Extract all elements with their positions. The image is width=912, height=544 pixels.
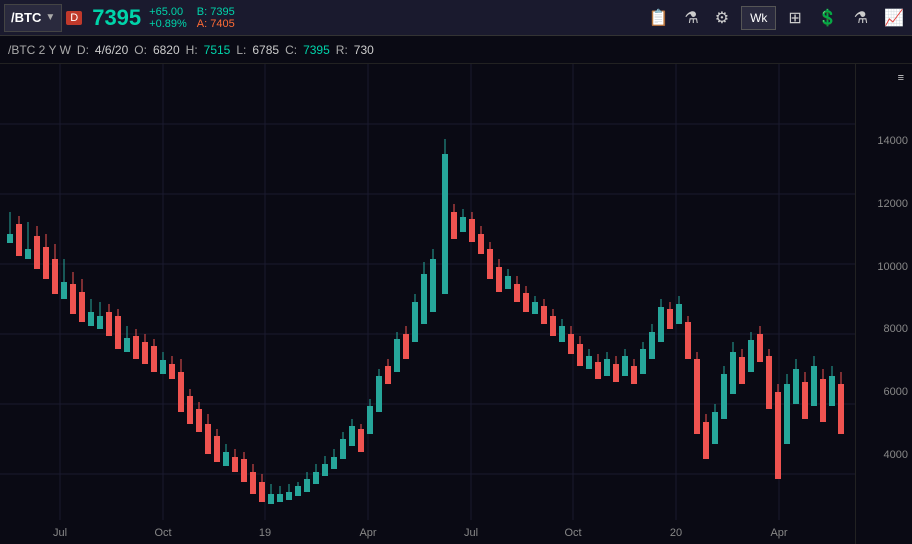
y-axis-icon[interactable]: ≡ — [860, 72, 908, 84]
settings-icon[interactable]: ⚙ — [711, 4, 733, 32]
open-label: O: — [134, 43, 147, 57]
indicators-icon[interactable]: ⚗ — [850, 4, 872, 32]
svg-text:Jul: Jul — [464, 527, 478, 539]
price-icon[interactable]: 💲 — [814, 4, 842, 32]
high-value: 7515 — [204, 43, 231, 57]
svg-text:20: 20 — [670, 527, 682, 539]
top-bar: /BTC ▼ D 7395 +65.00 +0.89% B: 7395 A: 7… — [0, 0, 912, 36]
close-label: C: — [285, 43, 297, 57]
y-label-14000: 14000 — [860, 135, 908, 147]
low-label: L: — [236, 43, 246, 57]
y-label-12000: 12000 — [860, 198, 908, 210]
bid-price: B: 7395 — [197, 6, 235, 18]
bid-value: 7395 — [210, 6, 234, 18]
range-value: 730 — [354, 43, 374, 57]
current-price: 7395 — [92, 5, 141, 31]
low-value: 6785 — [252, 43, 279, 57]
bid-ask-display: B: 7395 A: 7405 — [197, 6, 235, 30]
svg-text:Apr: Apr — [359, 527, 376, 539]
chart-container[interactable]: ≡ 14000 12000 10000 8000 6000 4000 Jul O… — [0, 64, 912, 544]
svg-text:Oct: Oct — [564, 527, 581, 539]
svg-text:Jul: Jul — [53, 527, 67, 539]
bid-label: B: — [197, 6, 207, 18]
range-label: R: — [336, 43, 348, 57]
open-value: 6820 — [153, 43, 180, 57]
date-label: D: — [77, 43, 89, 57]
drawing-icon[interactable]: 📈 — [880, 4, 908, 32]
symbol-text: /BTC — [11, 10, 41, 25]
timeframe-wk-button[interactable]: Wk — [741, 6, 776, 30]
close-value: 7395 — [303, 43, 330, 57]
y-label-4000: 4000 — [860, 449, 908, 461]
price-change-value: +65.00 — [149, 6, 187, 18]
symbol-selector[interactable]: /BTC ▼ — [4, 4, 62, 32]
price-change: +65.00 +0.89% — [149, 6, 187, 30]
svg-text:Apr: Apr — [770, 527, 787, 539]
ask-label: A: — [197, 18, 207, 30]
y-label-8000: 8000 — [860, 323, 908, 335]
ask-value: 7405 — [210, 18, 234, 30]
chart-symbol: /BTC 2 Y W — [8, 43, 71, 57]
dropdown-arrow-icon[interactable]: ▼ — [45, 12, 55, 23]
date-value: 4/6/20 — [95, 43, 128, 57]
toolbar-right: 📋 ⚗ ⚙ Wk ⊞ 💲 ⚗ 📈 — [644, 4, 908, 32]
y-label-6000: 6000 — [860, 386, 908, 398]
price-change-percent: +0.89% — [149, 18, 187, 30]
y-label-10000: 10000 — [860, 261, 908, 273]
studies-icon[interactable]: ⚗ — [680, 4, 702, 32]
ask-price: A: 7405 — [197, 18, 235, 30]
high-label: H: — [186, 43, 198, 57]
info-bar: /BTC 2 Y W D: 4/6/20 O: 6820 H: 7515 L: … — [0, 36, 912, 64]
svg-text:19: 19 — [259, 527, 271, 539]
compare-icon[interactable]: ⊞ — [784, 4, 805, 32]
watchlist-icon[interactable]: 📋 — [644, 4, 672, 32]
symbol-badge: D — [66, 11, 82, 25]
chart-svg[interactable]: Jul Oct 19 Apr Jul Oct 20 Apr — [0, 64, 855, 544]
svg-text:Oct: Oct — [154, 527, 171, 539]
y-axis: ≡ 14000 12000 10000 8000 6000 4000 — [855, 64, 912, 544]
